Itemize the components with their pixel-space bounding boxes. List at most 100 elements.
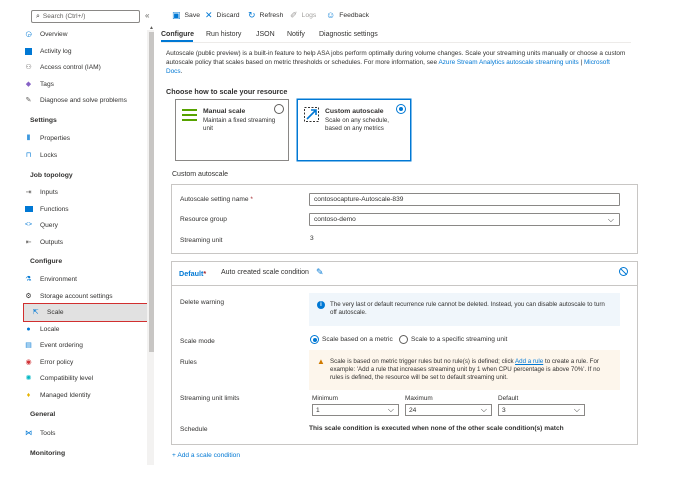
scroll-up-arrow-icon[interactable]: ▲	[149, 25, 154, 31]
sidebar-item-activity-log[interactable]: Activity log	[24, 44, 152, 58]
custom-autoscale-radio[interactable]	[396, 104, 406, 114]
sidebar-item-event-ordering[interactable]: ▤ Event ordering	[24, 338, 152, 352]
scale-condition-name: Default*	[179, 269, 206, 278]
edit-pencil-icon[interactable]: ✎	[316, 267, 324, 278]
add-scale-condition-link[interactable]: + Add a scale condition	[172, 452, 240, 459]
sidebar-item-error-policy[interactable]: ◉ Error policy	[24, 355, 152, 369]
sidebar-item-functions[interactable]: Functions	[24, 202, 152, 216]
sidebar-item-locks[interactable]: ⊓ Locks	[24, 148, 152, 162]
tools-icon: ⋈	[25, 429, 32, 437]
feedback-button[interactable]: ☺ Feedback	[326, 11, 369, 20]
sidebar-item-query[interactable]: <> Query	[24, 218, 152, 232]
minimum-value: 1	[316, 406, 320, 414]
maximum-select[interactable]: 24 ⌵	[405, 404, 492, 416]
scale-icon: ⇱	[32, 309, 39, 316]
autoscale-setting-name-input[interactable]: contosocapture-Autoscale-839	[309, 193, 620, 206]
environment-icon: ⚗	[25, 275, 32, 283]
manual-scale-desc: Maintain a fixed streaming unit	[203, 117, 276, 132]
sidebar-item-label: Environment	[40, 275, 78, 283]
sidebar-item-managed-identity[interactable]: ♦ Managed Identity	[24, 388, 152, 402]
resource-group-select[interactable]: contoso-demo ⌵	[309, 213, 620, 226]
compatibility-icon: ✺	[25, 374, 32, 382]
sidebar-item-label: Storage account settings	[40, 292, 113, 300]
delete-condition-icon[interactable]	[619, 267, 628, 276]
sidebar-item-label: Activity log	[40, 47, 72, 55]
sidebar-item-compatibility-level[interactable]: ✺ Compatibility level	[24, 371, 152, 385]
delete-warning-label: Delete warning	[180, 299, 224, 306]
sidebar-item-outputs[interactable]: ⇤ Outputs	[24, 235, 152, 249]
autoscale-docs-link[interactable]: Azure Stream Analytics autoscale streami…	[438, 59, 578, 66]
schedule-label: Schedule	[180, 426, 208, 433]
save-icon: ▣	[172, 10, 181, 20]
scale-to-specific-label[interactable]: Scale to a specific streaming unit	[411, 336, 507, 343]
schedule-text: This scale condition is executed when no…	[309, 425, 564, 432]
sidebar-item-label: Tags	[40, 80, 54, 88]
sidebar-item-diagnose[interactable]: ✎ Diagnose and solve problems	[24, 93, 152, 107]
refresh-button[interactable]: ↻ Refresh	[248, 11, 283, 20]
sidebar-item-label: Managed Identity	[40, 391, 91, 399]
custom-autoscale-desc: Scale on any schedule, based on any metr…	[325, 117, 389, 132]
sidebar-item-environment[interactable]: ⚗ Environment	[24, 272, 152, 286]
overview-icon: ◶	[25, 30, 32, 38]
scale-condition-subtitle: Auto created scale condition	[221, 269, 309, 276]
streaming-unit-value: 3	[310, 235, 314, 242]
default-select[interactable]: 3 ⌵	[498, 404, 585, 416]
tab-notify[interactable]: Notify	[287, 31, 305, 38]
rules-warning-box: ▲ Scale is based on metric trigger rules…	[309, 350, 620, 390]
sidebar-item-locale[interactable]: ● Locale	[24, 322, 152, 336]
manual-scale-radio[interactable]	[274, 104, 284, 114]
save-button[interactable]: ▣ Save	[172, 11, 200, 20]
sidebar-item-inputs[interactable]: ⇥ Inputs	[24, 185, 152, 199]
sidebar-item-access-control[interactable]: ⚇ Access control (IAM)	[24, 60, 152, 74]
search-input[interactable]: ⌕ Search (Ctrl+/)	[31, 10, 140, 23]
condition-name-text: Default	[179, 269, 204, 278]
chevron-down-icon: ⌵	[607, 215, 614, 224]
sidebar-item-label: Locale	[40, 325, 60, 333]
tab-configure[interactable]: Configure	[161, 31, 194, 38]
add-rule-link[interactable]: Add a rule	[515, 358, 543, 365]
streaming-unit-limits-label: Streaming unit limits	[180, 395, 240, 402]
custom-autoscale-card[interactable]: Custom autoscale Scale on any schedule, …	[297, 99, 411, 161]
sidebar-item-properties[interactable]: ⫴ Properties	[24, 131, 152, 145]
sidebar-scrollbar-thumb[interactable]	[149, 32, 154, 352]
sidebar-item-storage-account-settings[interactable]: ⚙ Storage account settings	[24, 289, 152, 303]
scale-by-metric-radio[interactable]	[310, 335, 319, 344]
sidebar-item-overview[interactable]: ◶ Overview	[24, 27, 152, 41]
sidebar-item-tags[interactable]: ◆ Tags	[24, 77, 152, 91]
close-icon: ✕	[205, 10, 213, 20]
locale-icon: ●	[26, 325, 31, 333]
scale-to-specific-radio[interactable]	[399, 335, 408, 344]
sidebar-item-label: Access control (IAM)	[40, 63, 101, 71]
properties-icon: ⫴	[27, 134, 30, 142]
tab-run-history[interactable]: Run history	[206, 31, 241, 38]
gear-icon: ⚙	[25, 292, 32, 300]
tab-json[interactable]: JSON	[256, 31, 275, 38]
section-configure: Configure	[30, 258, 63, 265]
discard-button[interactable]: ✕ Discard	[205, 11, 240, 20]
sidebar-item-scale[interactable]: ⇱ Scale	[23, 303, 152, 322]
manual-scale-title: Manual scale	[203, 108, 246, 115]
refresh-label: Refresh	[259, 12, 284, 19]
tabs-divider	[161, 42, 631, 43]
description-end: .	[180, 67, 183, 75]
save-label: Save	[184, 12, 201, 19]
section-general: General	[30, 411, 56, 418]
logs-button[interactable]: ✐ Logs	[290, 11, 316, 20]
manual-scale-card[interactable]: Manual scale Maintain a fixed streaming …	[175, 99, 289, 161]
warning-icon: ▲	[317, 357, 325, 366]
autoscale-description: Autoscale (public preview) is a built-in…	[166, 50, 626, 76]
chevron-down-icon: ⌵	[480, 405, 487, 414]
scale-by-metric-label[interactable]: Scale based on a metric	[322, 336, 393, 343]
collapse-sidebar-button[interactable]: «	[145, 11, 149, 20]
search-placeholder: Search (Ctrl+/)	[42, 13, 86, 20]
refresh-icon: ↻	[248, 10, 256, 20]
minimum-select[interactable]: 1 ⌵	[312, 404, 399, 416]
setting-name-value: contosocapture-Autoscale-839	[314, 196, 404, 203]
sidebar-item-tools[interactable]: ⋈ Tools	[24, 426, 152, 440]
default-value: 3	[502, 406, 506, 414]
tab-diagnostic-settings[interactable]: Diagnostic settings	[319, 31, 378, 38]
sidebar-item-label: Properties	[40, 134, 71, 142]
sidebar-item-label: Scale	[47, 309, 64, 316]
logs-icon: ✐	[290, 10, 298, 20]
sidebar-item-label: Event ordering	[40, 341, 83, 349]
